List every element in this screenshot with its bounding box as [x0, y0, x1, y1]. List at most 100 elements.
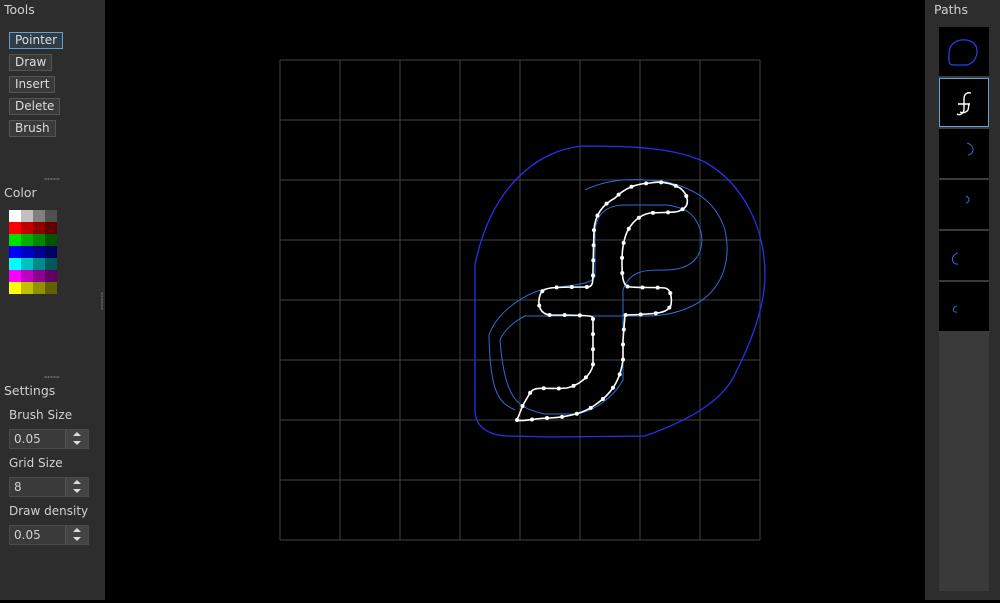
- control-point[interactable]: [666, 210, 671, 215]
- drawing-canvas[interactable]: [105, 0, 925, 600]
- color-swatch[interactable]: [45, 270, 57, 282]
- control-point[interactable]: [620, 255, 625, 260]
- control-point[interactable]: [583, 375, 588, 380]
- control-point[interactable]: [515, 418, 519, 422]
- color-swatch[interactable]: [21, 222, 33, 234]
- control-point[interactable]: [590, 273, 595, 278]
- control-point[interactable]: [591, 332, 595, 337]
- color-swatch[interactable]: [45, 246, 57, 258]
- control-point[interactable]: [620, 271, 625, 276]
- control-point[interactable]: [644, 181, 649, 186]
- color-swatch[interactable]: [9, 282, 21, 294]
- color-swatch[interactable]: [21, 282, 33, 294]
- control-point[interactable]: [554, 285, 559, 290]
- panel-splitter-handle[interactable]: [101, 292, 103, 310]
- color-swatch[interactable]: [9, 234, 21, 246]
- pointer-tool-button[interactable]: Pointer: [9, 32, 64, 49]
- path-thumbnail[interactable]: [939, 129, 989, 178]
- control-point[interactable]: [591, 347, 595, 352]
- path-thumbnail[interactable]: [939, 231, 989, 280]
- brush-size-increment-button[interactable]: [65, 430, 88, 439]
- color-swatch[interactable]: [45, 222, 57, 234]
- control-point[interactable]: [610, 385, 615, 390]
- control-point[interactable]: [625, 284, 630, 289]
- insert-tool-button[interactable]: Insert: [9, 76, 56, 93]
- color-swatch[interactable]: [33, 222, 45, 234]
- control-point[interactable]: [541, 386, 546, 391]
- canvas-svg[interactable]: [105, 0, 925, 600]
- control-point[interactable]: [591, 243, 596, 248]
- control-point[interactable]: [621, 327, 626, 332]
- control-point[interactable]: [540, 289, 545, 294]
- color-swatch[interactable]: [9, 258, 21, 270]
- path-thumbnail[interactable]: [939, 78, 989, 127]
- control-point[interactable]: [556, 386, 561, 391]
- grid-size-decrement-button[interactable]: [65, 487, 88, 496]
- control-point[interactable]: [636, 215, 641, 220]
- draw-density-increment-button[interactable]: [65, 526, 88, 535]
- control-point[interactable]: [621, 357, 625, 362]
- control-point[interactable]: [574, 411, 579, 416]
- control-point[interactable]: [537, 303, 542, 308]
- color-swatch[interactable]: [33, 210, 45, 222]
- color-swatch[interactable]: [33, 234, 45, 246]
- color-swatch[interactable]: [33, 270, 45, 282]
- color-swatch[interactable]: [9, 246, 21, 258]
- control-point[interactable]: [560, 414, 565, 419]
- control-point[interactable]: [528, 390, 533, 395]
- control-point[interactable]: [600, 397, 605, 402]
- control-point[interactable]: [591, 228, 596, 233]
- control-point[interactable]: [626, 226, 631, 231]
- brush-tool-button[interactable]: Brush: [9, 120, 56, 137]
- color-swatch[interactable]: [33, 246, 45, 258]
- control-point[interactable]: [659, 180, 664, 185]
- control-point[interactable]: [653, 311, 658, 316]
- control-point[interactable]: [547, 312, 552, 317]
- control-point[interactable]: [577, 313, 582, 318]
- delete-tool-button[interactable]: Delete: [9, 98, 61, 115]
- draw-density-decrement-button[interactable]: [65, 535, 88, 544]
- section-resize-grip[interactable]: [44, 178, 60, 180]
- color-swatch[interactable]: [21, 210, 33, 222]
- control-point[interactable]: [529, 417, 534, 422]
- selected-path[interactable]: [515, 180, 689, 422]
- control-point[interactable]: [520, 403, 525, 408]
- control-point[interactable]: [650, 210, 655, 215]
- color-swatch[interactable]: [21, 270, 33, 282]
- control-point[interactable]: [588, 405, 593, 410]
- control-point[interactable]: [684, 194, 689, 199]
- control-point[interactable]: [668, 291, 673, 296]
- control-point[interactable]: [591, 317, 595, 322]
- control-point[interactable]: [638, 312, 643, 317]
- control-point[interactable]: [621, 342, 625, 347]
- control-point[interactable]: [595, 213, 600, 218]
- color-swatch[interactable]: [21, 258, 33, 270]
- path-thumbnail[interactable]: [939, 282, 989, 331]
- control-point[interactable]: [569, 285, 574, 290]
- color-swatch[interactable]: [45, 282, 57, 294]
- inner-brush-outline[interactable]: [488, 179, 728, 415]
- brush-size-decrement-button[interactable]: [65, 439, 88, 448]
- path-thumbnail[interactable]: [939, 27, 989, 76]
- control-point[interactable]: [571, 383, 576, 388]
- control-point[interactable]: [584, 285, 589, 290]
- color-swatch[interactable]: [33, 282, 45, 294]
- section-resize-grip[interactable]: [44, 376, 60, 378]
- control-point[interactable]: [545, 416, 550, 421]
- control-point[interactable]: [617, 372, 622, 377]
- control-point[interactable]: [616, 192, 621, 197]
- grid-size-increment-button[interactable]: [65, 478, 88, 487]
- color-swatch[interactable]: [9, 222, 21, 234]
- color-swatch[interactable]: [9, 270, 21, 282]
- control-point[interactable]: [604, 201, 609, 206]
- control-point[interactable]: [621, 240, 626, 245]
- control-point[interactable]: [680, 207, 685, 212]
- draw-tool-button[interactable]: Draw: [9, 54, 53, 71]
- color-swatch[interactable]: [45, 258, 57, 270]
- path-thumbnail[interactable]: [939, 180, 989, 229]
- color-swatch[interactable]: [21, 234, 33, 246]
- control-point[interactable]: [562, 313, 567, 318]
- control-point[interactable]: [591, 258, 596, 263]
- control-point[interactable]: [623, 312, 628, 317]
- color-swatch[interactable]: [33, 258, 45, 270]
